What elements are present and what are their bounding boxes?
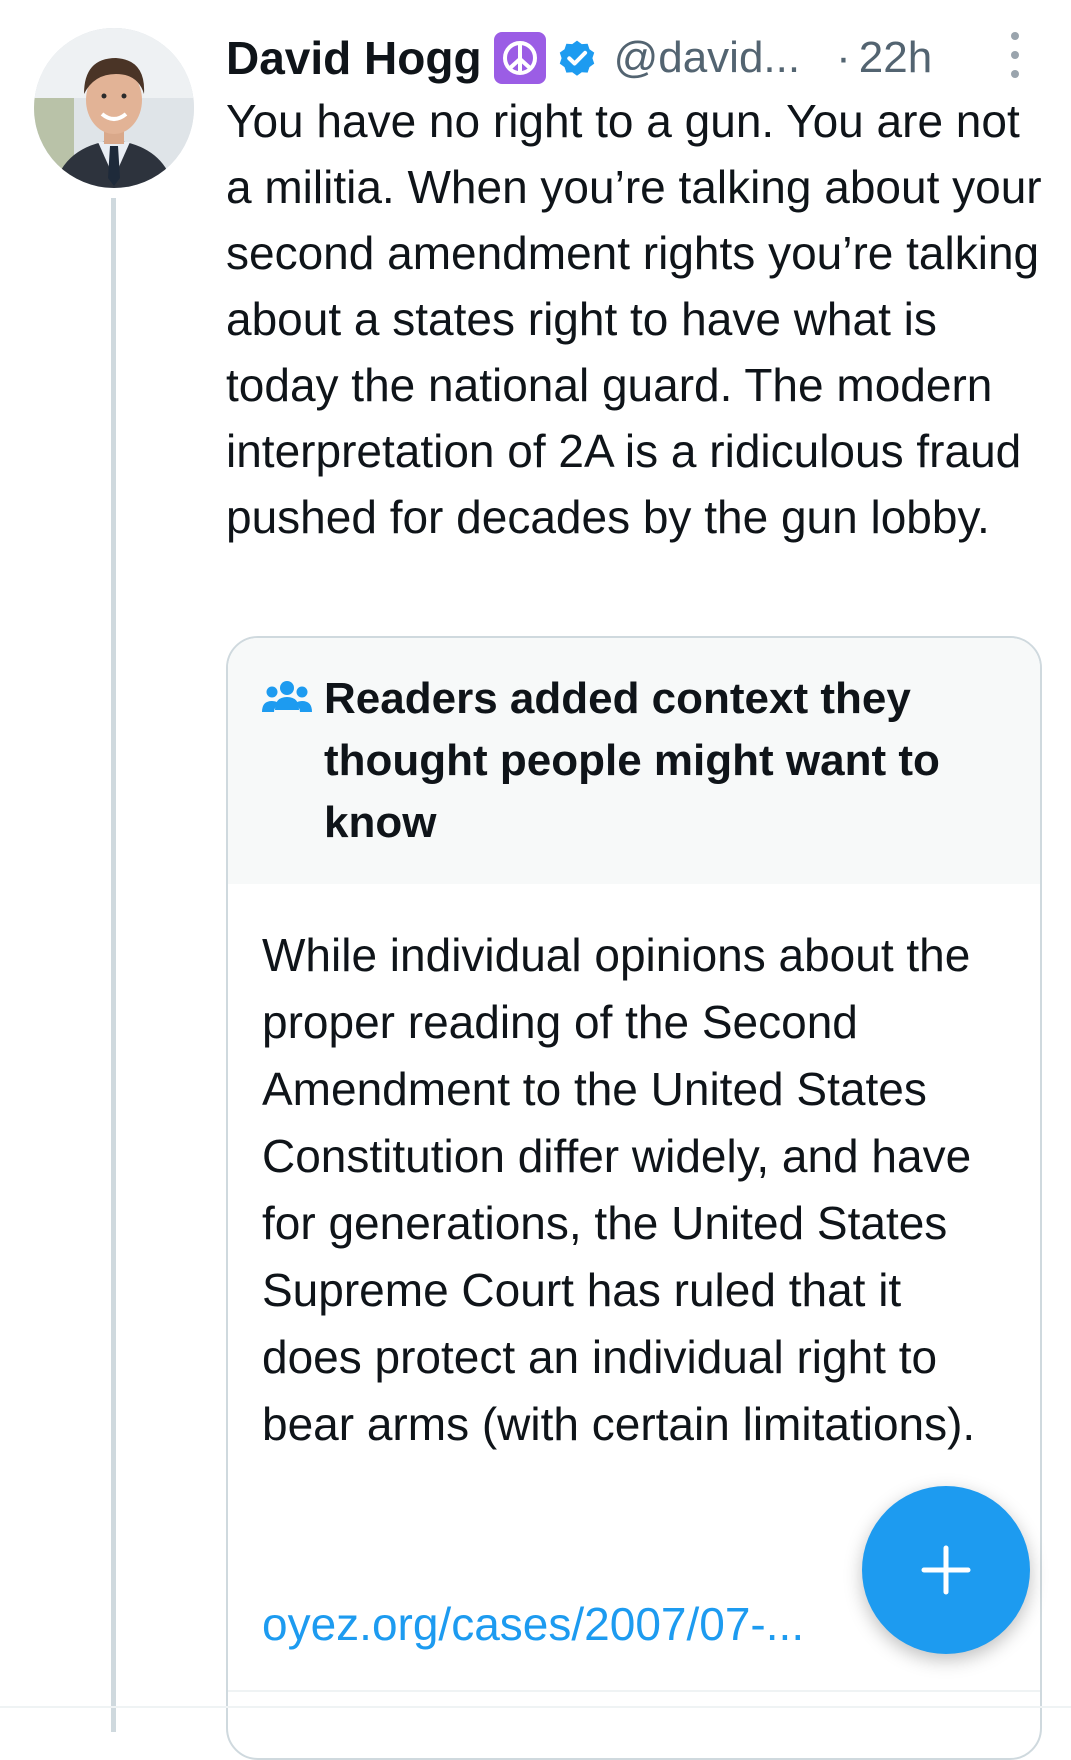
more-options-icon[interactable] [1000,32,1030,78]
verified-check-icon[interactable] [552,33,602,83]
community-note-header: Readers added context they thought peopl… [228,638,1040,884]
author-handle[interactable]: @david... [614,33,801,83]
author-avatar[interactable] [34,28,194,188]
note-divider [228,1690,1040,1692]
plus-icon [921,1545,971,1595]
bottom-divider [0,1706,1071,1708]
people-group-icon [262,681,312,712]
tweet-text: You have no right to a gun. You are not … [226,95,1042,543]
thread-connector-line [111,198,116,1732]
community-note-title: Readers added context they thought peopl… [324,674,940,847]
community-note-source-link[interactable]: oyez.org/cases/2007/07-... [262,1594,804,1654]
header-separator: · [836,33,851,82]
avatar-image [34,28,194,188]
community-note-body: While individual opinions about the prop… [262,929,976,1450]
tweet-timestamp[interactable]: 22h [859,33,932,83]
peace-symbol-icon [493,32,546,84]
compose-button[interactable] [862,1486,1030,1654]
tweet-header: David Hogg @david... · 22h [226,26,932,90]
author-name[interactable]: David Hogg [226,31,482,85]
